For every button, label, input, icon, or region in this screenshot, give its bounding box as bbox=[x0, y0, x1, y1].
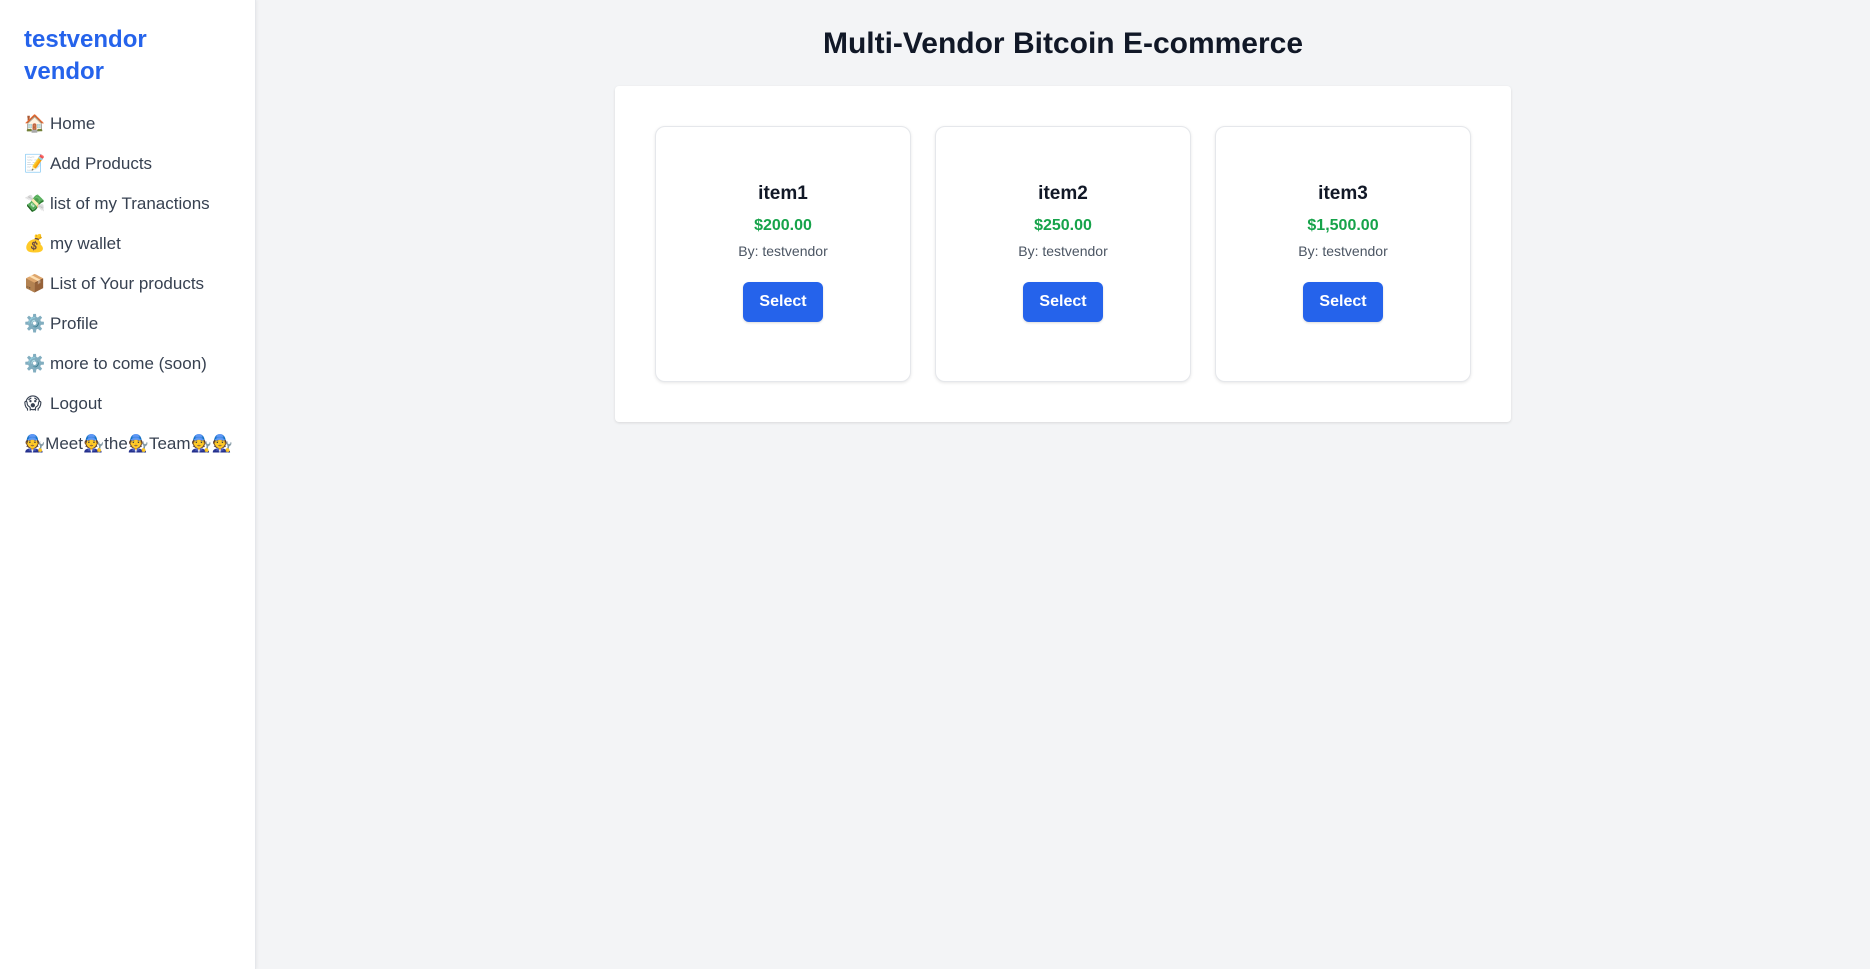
product-name: item3 bbox=[1318, 183, 1368, 204]
money-bag-icon: 💰 bbox=[24, 234, 46, 253]
mechanic-icon: 🧑‍🔧 bbox=[24, 434, 46, 453]
select-button[interactable]: Select bbox=[743, 282, 823, 322]
sidebar-item-transactions[interactable]: 💸 list of my Tranactions bbox=[24, 184, 231, 224]
sidebar-item-label: List of Your products bbox=[50, 274, 205, 293]
product-name: item2 bbox=[1038, 183, 1088, 204]
select-button[interactable]: Select bbox=[1023, 282, 1103, 322]
page-title: Multi-Vendor Bitcoin E-commerce bbox=[822, 27, 1304, 60]
mechanic-icon: 🧑‍🔧 bbox=[211, 434, 233, 453]
product-card: item3 $1,500.00 By: testvendor Select bbox=[1215, 126, 1471, 382]
package-icon: 📦 bbox=[24, 274, 46, 293]
product-vendor: By: testvendor bbox=[738, 243, 828, 259]
gear-icon: ⚙️ bbox=[24, 354, 46, 373]
product-panel: item1 $200.00 By: testvendor Select item… bbox=[615, 86, 1511, 422]
main-content: Multi-Vendor Bitcoin E-commerce item1 $2… bbox=[256, 0, 1870, 969]
home-icon: 🏠 bbox=[24, 114, 46, 133]
mechanic-icon: 🧑‍🔧 bbox=[127, 434, 149, 453]
product-price: $250.00 bbox=[1034, 217, 1092, 234]
sidebar-item-label: list of my Tranactions bbox=[50, 194, 210, 213]
select-button[interactable]: Select bbox=[1303, 282, 1383, 322]
gear-icon: ⚙️ bbox=[24, 314, 46, 333]
sidebar-item-add-products[interactable]: 📝 Add Products bbox=[24, 144, 231, 184]
sidebar-item-your-products[interactable]: 📦 List of Your products bbox=[24, 264, 231, 304]
product-card: item2 $250.00 By: testvendor Select bbox=[935, 126, 1191, 382]
sidebar-nav: 🏠 Home 📝 Add Products 💸 list of my Trana… bbox=[24, 104, 233, 464]
sidebar-item-profile[interactable]: ⚙️ Profile bbox=[24, 304, 231, 344]
sidebar-item-wallet[interactable]: 💰 my wallet bbox=[24, 224, 231, 264]
brand-title: testvendor vendor bbox=[24, 26, 147, 85]
product-vendor: By: testvendor bbox=[1018, 243, 1108, 259]
sidebar-item-label: Home bbox=[50, 114, 96, 133]
team-word-meet: Meet bbox=[45, 434, 83, 453]
product-price: $200.00 bbox=[754, 217, 812, 234]
sidebar-item-label: Profile bbox=[50, 314, 99, 333]
sidebar-item-label: Logout bbox=[50, 394, 102, 413]
team-word-the: the bbox=[104, 434, 128, 453]
sidebar-item-meet-the-team[interactable]: 🧑‍🔧 Meet 🧑‍🔧 the 🧑‍🔧 Team 🧑‍🔧 🧑‍🔧 bbox=[24, 424, 233, 464]
money-wings-icon: 💸 bbox=[24, 194, 46, 213]
product-card: item1 $200.00 By: testvendor Select bbox=[655, 126, 911, 382]
app-root: testvendor vendor 🏠 Home 📝 Add Products … bbox=[0, 0, 1870, 969]
mechanic-icon: 🧑‍🔧 bbox=[82, 434, 105, 453]
product-price: $1,500.00 bbox=[1307, 217, 1379, 234]
sidebar-item-logout[interactable]: 😱 Logout bbox=[24, 384, 231, 424]
product-name: item1 bbox=[758, 183, 808, 204]
team-word-team: Team bbox=[148, 434, 191, 453]
memo-icon: 📝 bbox=[24, 154, 46, 173]
mechanic-icon: 🧑‍🔧 bbox=[190, 434, 212, 453]
screaming-face-icon: 😱 bbox=[24, 394, 42, 413]
sidebar-item-label: more to come (soon) bbox=[50, 354, 207, 373]
sidebar-item-more-to-come[interactable]: ⚙️ more to come (soon) bbox=[24, 344, 231, 384]
sidebar-item-home[interactable]: 🏠 Home bbox=[24, 104, 231, 144]
sidebar-item-label: my wallet bbox=[50, 234, 121, 253]
sidebar-item-label: Add Products bbox=[50, 154, 153, 173]
product-vendor: By: testvendor bbox=[1298, 243, 1388, 259]
sidebar: testvendor vendor 🏠 Home 📝 Add Products … bbox=[0, 0, 256, 969]
